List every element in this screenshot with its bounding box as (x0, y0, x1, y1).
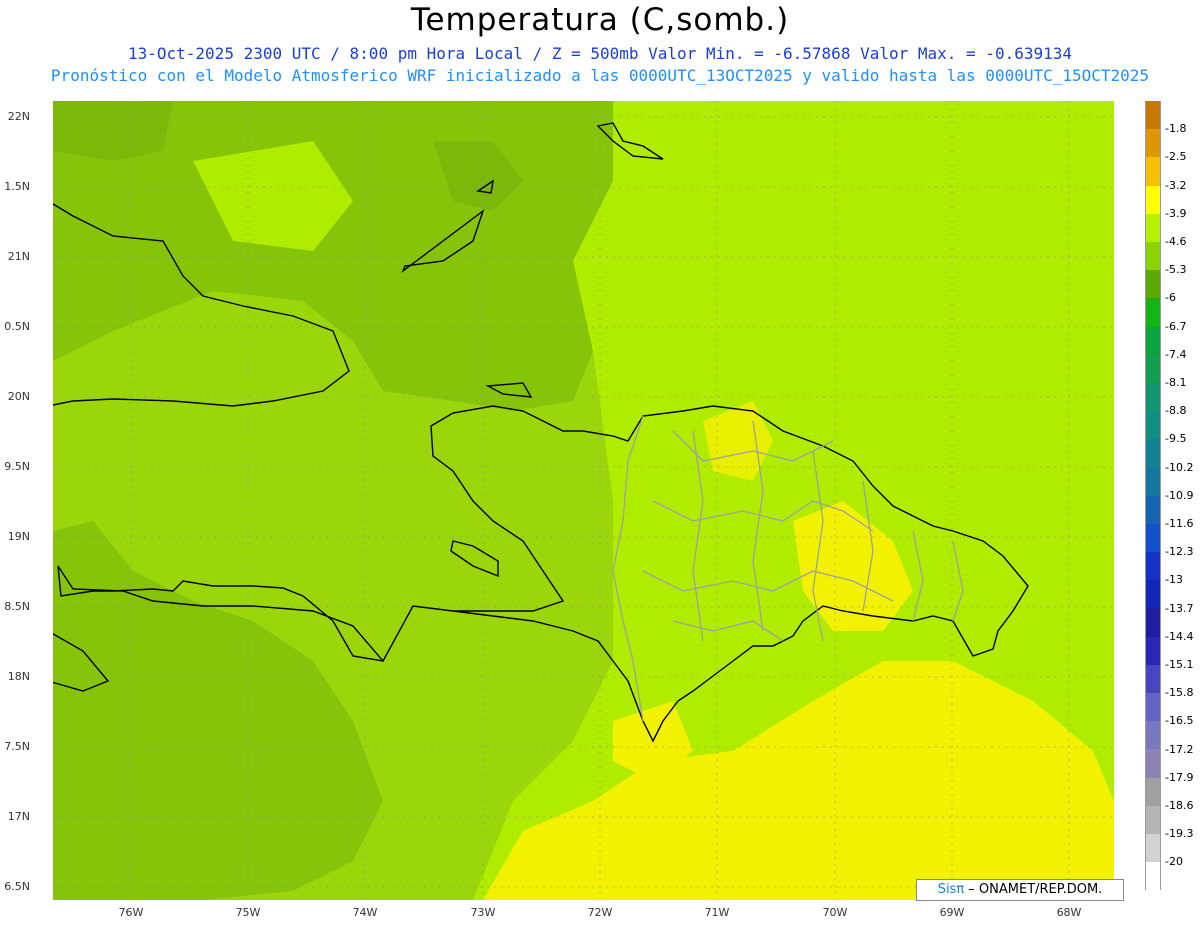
colorbar-label: -17.2 (1165, 742, 1194, 756)
colorbar-label: -19.3 (1165, 827, 1194, 841)
forecast-time-line: 13-Oct-2025 2300 UTC / 8:00 pm Hora Loca… (127, 44, 1072, 63)
sispi-logo: Sisπ (937, 882, 965, 897)
credit-text: – ONAMET/REP.DOM. (964, 882, 1103, 897)
colorbar-segment (1145, 580, 1161, 609)
colorbar-segment (1145, 382, 1161, 412)
lat-label: 20N (7, 390, 30, 403)
colorbar-label: -7.4 (1165, 347, 1187, 361)
colorbar-segment (1145, 523, 1161, 552)
colorbar-label: -14.4 (1165, 629, 1194, 643)
colorbar-label: -3.9 (1165, 206, 1187, 220)
lon-label: 73W (470, 906, 496, 919)
colorbar-segment (1145, 749, 1161, 778)
lat-label: 22N (7, 110, 30, 123)
colorbar-label: -1.8 (1165, 122, 1187, 136)
colorbar-segment (1145, 241, 1161, 271)
colorbar-segment (1145, 439, 1161, 468)
colorbar-segment (1145, 805, 1161, 834)
colorbar-label: -15.8 (1165, 686, 1194, 700)
colorbar-label: -20 (1165, 855, 1183, 869)
colorbar-segment (1145, 862, 1161, 891)
colorbar-label: -9.5 (1165, 432, 1187, 446)
colorbar-segment (1145, 101, 1161, 130)
colorbar-segment (1145, 354, 1161, 383)
colorbar-label: -12.3 (1165, 545, 1194, 559)
colorbar-label: -4.6 (1165, 235, 1187, 248)
lon-label: 71W (704, 906, 730, 919)
lat-label: 7.5N (4, 740, 30, 753)
colorbar-label: -15.1 (1165, 658, 1194, 671)
colorbar-segment (1145, 833, 1161, 863)
lat-label: 17N (7, 810, 30, 823)
colorbar-label: -10.2 (1165, 460, 1194, 474)
colorbar-label: -3.2 (1165, 178, 1187, 192)
lat-label: 6.5N (4, 880, 30, 893)
lon-label: 70W (822, 906, 848, 919)
colorbar-segment (1145, 298, 1161, 327)
colorbar-label: -6 (1165, 291, 1176, 305)
colorbar-segment (1145, 213, 1161, 242)
colorbar-label: -2.5 (1165, 150, 1187, 164)
colorbar-segment (1145, 157, 1161, 186)
colorbar-label: -16.5 (1165, 714, 1194, 728)
colorbar-segment (1145, 129, 1161, 158)
lon-label: 76W (118, 906, 144, 919)
colorbar-label: -5.3 (1165, 263, 1187, 277)
colorbar-label: -8.8 (1165, 404, 1187, 418)
lat-label: 8.5N (4, 600, 30, 613)
lat-label: 18N (7, 670, 30, 683)
lon-label: 75W (235, 906, 261, 919)
colorbar-segment (1145, 636, 1161, 665)
cool-patch (53, 101, 173, 161)
colorbar-label: -13 (1165, 573, 1183, 587)
colorbar-label: -8.1 (1165, 376, 1187, 389)
lat-label: 21N (7, 250, 30, 263)
lat-label: 9.5N (4, 460, 30, 473)
colorbar-label: -6.7 (1165, 319, 1187, 333)
lat-label: 0.5N (4, 320, 30, 333)
map-title: Temperatura (C,somb.) (410, 2, 790, 38)
lat-label: 1.5N (4, 180, 30, 193)
colorbar-segment (1145, 411, 1161, 440)
colorbar-label: -13.7 (1165, 601, 1194, 615)
colorbar-segment (1145, 185, 1161, 214)
colorbar-segment (1145, 467, 1161, 496)
colorbar-segment (1145, 777, 1161, 806)
credit-box: Sisπ – ONAMET/REP.DOM. (916, 879, 1124, 901)
colorbar-segment (1145, 721, 1161, 750)
colorbar-label: -11.6 (1165, 517, 1194, 530)
colorbar-label: -10.9 (1165, 488, 1194, 502)
colorbar (1145, 101, 1161, 891)
colorbar-segment (1145, 664, 1161, 693)
lon-label: 74W (352, 906, 378, 919)
colorbar-segment (1145, 552, 1161, 581)
model-info-line: Pronóstico con el Modelo Atmosferico WRF… (50, 66, 1150, 85)
lon-label: 72W (587, 906, 613, 919)
colorbar-label: -18.6 (1165, 799, 1194, 812)
lon-label: 69W (939, 906, 965, 919)
colorbar-segment (1145, 495, 1161, 524)
colorbar-segment (1145, 270, 1161, 299)
colorbar-segment (1145, 608, 1161, 637)
lat-label: 19N (7, 530, 30, 543)
temperature-map (53, 101, 1114, 900)
colorbar-segment (1145, 692, 1161, 722)
lon-label: 68W (1056, 906, 1082, 919)
colorbar-segment (1145, 326, 1161, 355)
colorbar-label: -17.9 (1165, 770, 1194, 784)
